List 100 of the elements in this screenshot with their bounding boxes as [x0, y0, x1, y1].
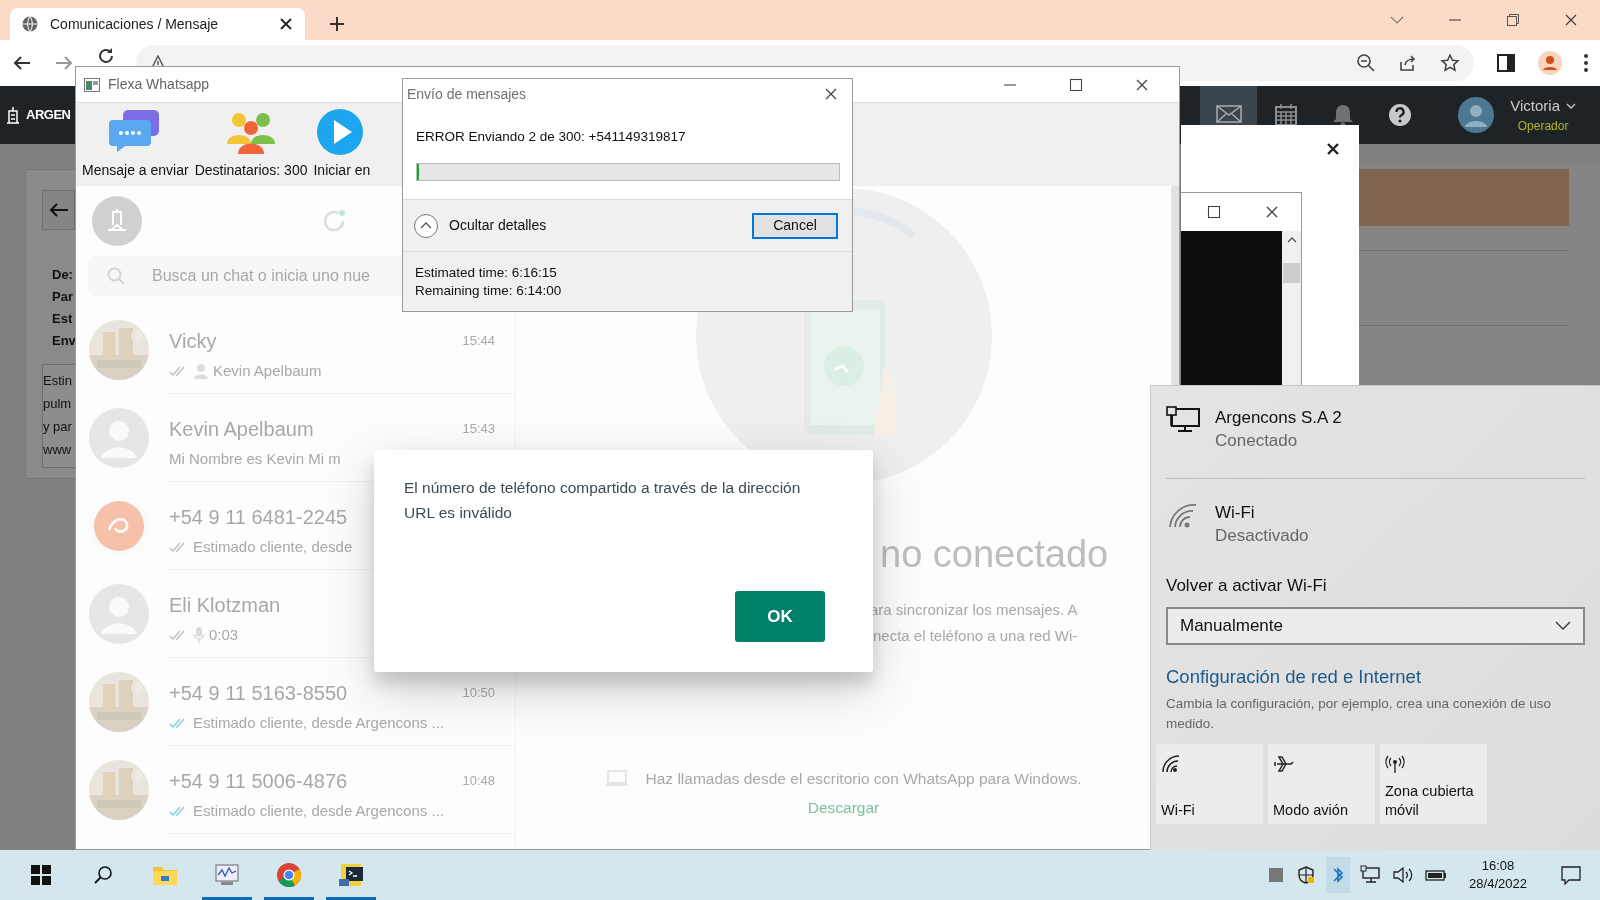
field-label: De:	[51, 266, 73, 284]
sidebar-icon	[1496, 53, 1516, 73]
search-icon	[93, 865, 113, 885]
maximize-icon	[1207, 205, 1221, 219]
call-hint: Haz llamadas desde el escritorio con WhatsApp para Windows.	[645, 768, 1082, 789]
field-label: Par	[51, 288, 73, 306]
profile-button[interactable]	[1538, 51, 1562, 75]
star-button[interactable]	[1440, 53, 1460, 73]
wifi-toggle[interactable]: Wi-Fi	[1156, 744, 1263, 825]
app-icon	[84, 77, 100, 92]
network-name: Argencons S.A 2	[1215, 407, 1342, 429]
browser-tab[interactable]: Comunicaciones / Mensaje	[10, 8, 305, 40]
message-preview: Estimado cliente, desde	[193, 537, 353, 557]
status-message: ERROR Enviando 2 de 300: +541149319817	[416, 128, 687, 146]
user-avatar[interactable]	[1458, 97, 1495, 133]
microphone-icon	[193, 626, 205, 645]
window-title: Flexa Whatsapp	[108, 75, 210, 94]
close-icon	[1564, 13, 1578, 27]
app-tray-icon[interactable]	[1266, 865, 1286, 885]
reload-icon	[96, 46, 114, 64]
field-label: Volver a activar Wi-Fi	[1166, 575, 1328, 597]
star-icon	[1440, 53, 1460, 73]
share-button[interactable]	[1398, 53, 1418, 73]
message-time: 10:50	[462, 684, 495, 703]
contact-name: +54 9 11 6481-2245	[169, 505, 348, 530]
ok-button[interactable]: OK	[735, 591, 825, 642]
hotspot-icon	[1385, 754, 1407, 775]
recipients-button[interactable]: Destinatarios: 300	[192, 103, 310, 181]
terminal-app-icon	[337, 861, 365, 889]
bluetooth-icon[interactable]	[1326, 857, 1350, 893]
browser-icon	[275, 861, 303, 889]
profile-icon	[1538, 51, 1562, 75]
notifications-icon[interactable]	[1560, 864, 1582, 886]
share-icon	[1398, 53, 1418, 73]
dialog-title: Envío de mensajes	[407, 84, 528, 104]
message-text: pulm	[43, 395, 72, 413]
sidebar-button[interactable]	[1496, 53, 1516, 73]
close-icon	[1327, 143, 1339, 155]
start-button[interactable]: Iniciar en	[311, 103, 373, 181]
close-icon	[1265, 205, 1279, 219]
airplane-icon	[1273, 754, 1295, 775]
volume-icon[interactable]	[1392, 865, 1414, 885]
menu-button[interactable]	[1584, 54, 1588, 72]
message-time: 10:48	[462, 772, 495, 791]
message-preview: 0:03	[209, 625, 239, 645]
back-icon	[48, 202, 69, 218]
close-button[interactable]	[279, 17, 293, 31]
close-icon	[279, 17, 293, 31]
message-time: 15:44	[462, 332, 495, 351]
new-tab-button[interactable]	[329, 16, 345, 32]
logo-icon	[4, 106, 22, 124]
maximize-icon	[1069, 77, 1083, 92]
menu-icon	[1584, 54, 1588, 72]
contact-name: Kevin Apelbaum	[169, 417, 314, 442]
clock[interactable]: 16:08 28/4/2022	[1458, 857, 1538, 893]
scroll-thumb[interactable]	[1283, 263, 1300, 283]
contact-name: Eli Klotzman	[169, 593, 281, 618]
running-indicator	[202, 897, 252, 900]
scroll-up-icon[interactable]	[1286, 237, 1297, 243]
status-heading: no conectado	[880, 532, 1109, 577]
airplane-toggle[interactable]: Modo avión	[1268, 744, 1375, 825]
message-preview: Estimado cliente, desde Argencons ...	[193, 801, 444, 821]
back-button[interactable]	[42, 190, 75, 230]
hotspot-toggle[interactable]: Zona cubierta móvil	[1380, 744, 1487, 825]
logo-text: ARGEN	[26, 106, 71, 125]
settings-link[interactable]: Configuración de red e Internet	[1166, 662, 1422, 691]
chevron-down-icon	[1555, 620, 1571, 631]
shield-icon[interactable]	[1296, 865, 1316, 885]
dropdown[interactable]: Manualmente	[1166, 606, 1585, 645]
running-indicator	[264, 897, 314, 900]
field-label: Est	[51, 310, 73, 328]
caret-icon	[1566, 103, 1576, 109]
minimize-icon	[1003, 83, 1017, 86]
message-button[interactable]: Mensaje a enviar	[80, 103, 191, 181]
wifi-name: Wi-Fi	[1215, 502, 1256, 524]
minimize-icon	[1448, 19, 1462, 21]
connection-status: Conectado	[1215, 430, 1299, 452]
globe-icon	[22, 16, 38, 32]
user-role: Operador	[1516, 118, 1570, 136]
message-text: www	[43, 441, 72, 459]
message-text: y par	[43, 418, 72, 436]
zoom-out-button[interactable]	[1356, 53, 1376, 73]
contact-name: +54 9 11 5163-8550	[169, 681, 348, 706]
cancel-button[interactable]: Cancel	[752, 212, 838, 239]
person-icon	[193, 363, 209, 380]
settings-hint: Cambia la configuración, por ejemplo, crea una conexión de uso medido.	[1166, 695, 1552, 734]
running-indicator	[326, 897, 376, 900]
message-time: 15:43	[462, 420, 495, 439]
message-preview: Kevin Apelbaum	[213, 361, 322, 381]
reload-button[interactable]	[96, 46, 114, 64]
close-button[interactable]	[1327, 143, 1339, 155]
restore-icon	[1506, 13, 1520, 27]
details-toggle[interactable]: Ocultar detalles	[413, 212, 547, 239]
connection-status: Desactivado	[1215, 525, 1309, 547]
network-icon[interactable]	[1360, 865, 1382, 885]
user-menu[interactable]: Victoria	[1510, 94, 1576, 118]
ethernet-icon	[1166, 406, 1200, 434]
status-text: necta el teléfono a una red Wi-	[873, 626, 1078, 646]
start-icon	[31, 865, 51, 885]
close-icon	[824, 87, 838, 101]
